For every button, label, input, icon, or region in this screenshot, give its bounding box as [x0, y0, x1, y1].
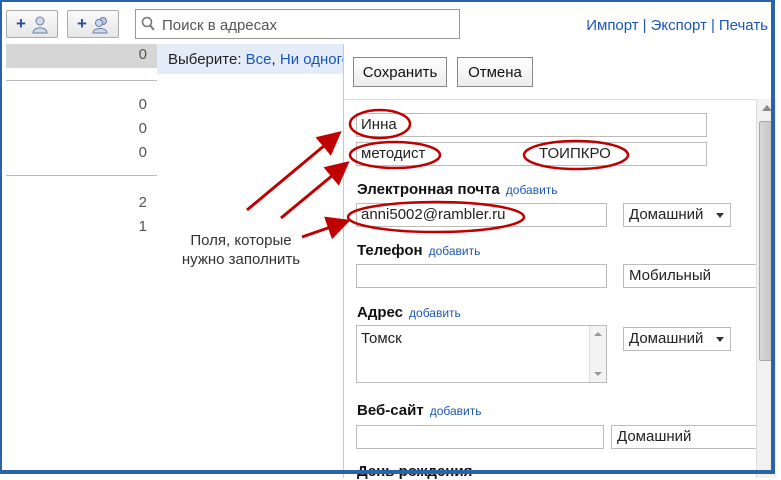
sidebar-group-item[interactable]: 1 [6, 216, 157, 240]
scroll-up-icon [594, 332, 602, 336]
select-bar: Выберите: Все, Ни одного [157, 44, 350, 74]
sidebar-group-item[interactable]: 0 [6, 94, 157, 118]
phone-add-link[interactable]: добавить [429, 244, 481, 258]
email-label: Электронная почта [357, 181, 500, 198]
contact-list-panel: Выберите: Все, Ни одного Поля, которые н… [157, 44, 350, 478]
plus-icon: + [16, 14, 26, 33]
sidebar-group-item[interactable]: 0 [6, 44, 157, 68]
phone-type-select[interactable]: Мобильный [623, 264, 757, 288]
sidebar-group-count: 0 [138, 144, 147, 161]
scroll-down-icon [594, 372, 602, 376]
annotation-line: Поля, которые [190, 232, 292, 249]
save-button[interactable]: Сохранить [353, 57, 447, 87]
sidebar-group-count: 0 [138, 96, 147, 113]
title-value: методист [361, 145, 426, 162]
address-textarea[interactable]: Томск [356, 325, 607, 383]
import-link[interactable]: Импорт [586, 17, 638, 34]
groups-sidebar: 0 0 0 0 2 1 [6, 44, 158, 478]
sidebar-group-item[interactable]: 2 [6, 192, 157, 216]
sidebar-divider [6, 80, 157, 81]
top-links: Импорт | Экспорт | Печать [586, 17, 768, 34]
sidebar-group-item[interactable]: 0 [6, 142, 157, 166]
sidebar-group-count: 1 [138, 218, 147, 235]
website-field[interactable] [356, 425, 604, 449]
add-group-icon [92, 17, 108, 34]
company-value: ТОИПКРО [539, 145, 611, 162]
scrollbar-thumb[interactable] [759, 121, 773, 361]
select-comma: , [271, 51, 280, 68]
textarea-scrollbar[interactable] [589, 326, 606, 382]
title-field[interactable]: методист ТОИПКРО [356, 142, 707, 166]
name-field[interactable]: Инна [356, 113, 707, 137]
plus-icon: + [77, 14, 87, 33]
website-section: Веб-сайт добавить [357, 402, 481, 419]
search-icon [141, 16, 155, 31]
top-toolbar: + + Импорт|Экспорт|Печать [0, 0, 781, 44]
contact-editor: Сохранить Отмена Инна методист ТОИПКРО Э… [343, 44, 757, 480]
address-type-value: Домашний [629, 330, 704, 347]
search-input[interactable] [160, 13, 454, 37]
chevron-down-icon [716, 337, 724, 342]
cancel-button[interactable]: Отмена [457, 57, 533, 87]
chevron-down-icon [716, 213, 724, 218]
address-type-select[interactable]: Домашний [623, 327, 731, 351]
select-prefix: Выберите: [168, 51, 242, 68]
print-link[interactable]: Печать [719, 17, 768, 34]
phone-field[interactable] [356, 264, 607, 288]
editor-scrollbar[interactable] [756, 99, 776, 478]
sidebar-group-count: 2 [138, 194, 147, 211]
sidebar-group-count: 0 [138, 46, 147, 63]
search-box[interactable] [135, 9, 460, 39]
phone-label: Телефон [357, 242, 423, 259]
address-section: Адрес добавить [357, 304, 461, 321]
website-add-link[interactable]: добавить [430, 404, 482, 418]
email-type-select[interactable]: Домашний [623, 203, 731, 227]
link-separator: | [642, 17, 647, 34]
select-none-link[interactable]: Ни одного [280, 51, 350, 68]
website-type-select[interactable]: Домашний [611, 425, 757, 449]
birthday-label: День рождения [357, 463, 473, 480]
link-separator: | [710, 17, 715, 34]
annotation-line: нужно заполнить [181, 251, 301, 268]
select-all-link[interactable]: Все [246, 51, 272, 68]
email-add-link[interactable]: добавить [506, 183, 558, 197]
phone-section: Телефон добавить [357, 242, 480, 259]
add-contact-icon [32, 16, 48, 34]
add-contact-button[interactable]: + [6, 10, 58, 38]
scroll-up-icon [762, 105, 772, 111]
email-type-value: Домашний [629, 206, 704, 223]
address-value: Томск [361, 330, 402, 347]
export-link[interactable]: Экспорт [651, 17, 707, 34]
annotation-note: Поля, которые нужно заполнить [166, 231, 316, 269]
address-add-link[interactable]: добавить [409, 306, 461, 320]
website-type-value: Домашний [617, 428, 692, 445]
phone-type-value: Мобильный [629, 267, 711, 284]
add-group-button[interactable]: + [67, 10, 119, 38]
editor-button-bar: Сохранить Отмена [344, 44, 757, 100]
email-field[interactable]: anni5002@rambler.ru [356, 203, 607, 227]
email-section: Электронная почта добавить [357, 181, 558, 198]
sidebar-divider [6, 175, 157, 176]
sidebar-group-item[interactable]: 0 [6, 118, 157, 142]
sidebar-group-count: 0 [138, 120, 147, 137]
address-label: Адрес [357, 304, 404, 321]
website-label: Веб-сайт [357, 402, 424, 419]
